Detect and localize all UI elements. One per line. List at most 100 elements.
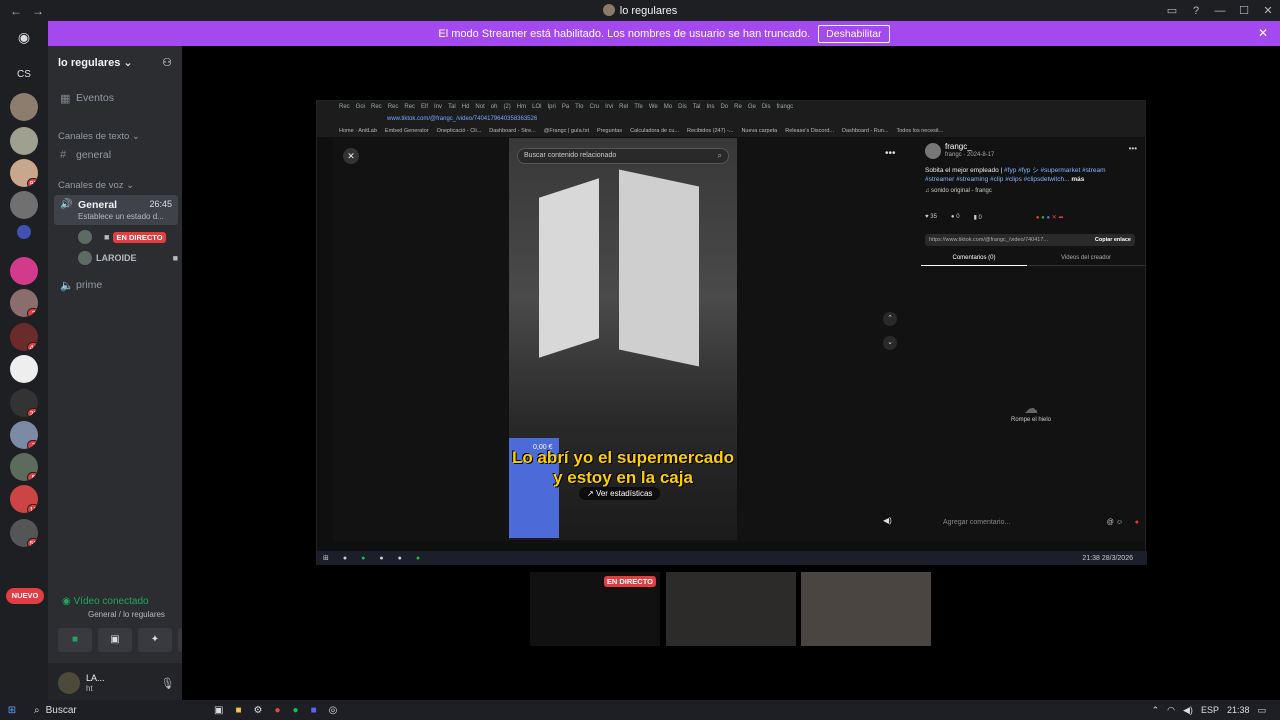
more-options-icon[interactable]: ••• [1129, 144, 1137, 153]
voice-location[interactable]: General / lo regulares [88, 610, 165, 619]
camera-thumbnail[interactable] [801, 572, 931, 646]
more-icon[interactable]: ••• [885, 148, 896, 159]
tab-creator-videos[interactable]: Videos del creador [1033, 252, 1139, 264]
comment-placeholder: Agregar comentario... [943, 519, 1011, 526]
chrome-icon[interactable]: ● [274, 705, 280, 716]
window-title-text: lo regulares [619, 5, 678, 17]
send-icon[interactable]: ● [1135, 514, 1139, 532]
screen-share-button[interactable]: ▣ [98, 628, 132, 652]
clock[interactable]: 21:38 [1227, 705, 1250, 716]
folder-icon[interactable] [17, 225, 31, 239]
app-icon[interactable]: ◎ [329, 705, 338, 716]
channel-sidebar: lo regulares ⌄ ⚇ ▦ Eventos Canales de tex… [48, 46, 230, 703]
author-name[interactable]: frangc_ [945, 142, 972, 151]
volume-icon[interactable]: ◀) [883, 516, 892, 525]
server-icon[interactable]: 22 [10, 389, 38, 417]
voice-channel-prime[interactable]: 🔈 prime [54, 275, 178, 295]
events-item[interactable]: ▦ Eventos [54, 88, 178, 108]
stats-button[interactable]: ↗ Ver estadísticas [579, 487, 661, 500]
video-scene [539, 178, 599, 358]
maximize-icon[interactable]: ☐ [1232, 4, 1256, 17]
inbox-icon[interactable]: ▭ [1160, 4, 1184, 17]
search-icon[interactable]: ⌕ [718, 149, 722, 163]
language-indicator[interactable]: ESP [1201, 705, 1219, 716]
taskbar-search[interactable]: ⌕ Buscar [24, 705, 174, 716]
new-badge[interactable]: NUEVO [6, 588, 44, 604]
spotify-icon[interactable]: ● [293, 705, 299, 716]
avatar[interactable] [58, 672, 80, 694]
server-icon[interactable] [10, 355, 38, 383]
camera-thumbnail[interactable] [666, 572, 796, 646]
discord-icon[interactable]: ■ [311, 705, 317, 716]
server-icon[interactable] [10, 257, 38, 285]
server-icon[interactable]: 13 [10, 485, 38, 513]
notifications-icon[interactable]: ▭ [1257, 705, 1266, 716]
server-icon[interactable] [10, 191, 38, 219]
search-input[interactable]: Buscar contenido relacionado ⌕ [517, 148, 729, 164]
server-icon[interactable]: 59 [10, 519, 38, 547]
channel-general[interactable]: # general [54, 145, 178, 165]
tab-comments[interactable]: Comentarios (0) [921, 252, 1027, 266]
invite-icon[interactable]: ⚇ [162, 56, 172, 69]
help-icon[interactable]: ? [1184, 5, 1208, 17]
avatar[interactable] [925, 143, 941, 159]
server-icon[interactable]: 2 [10, 289, 38, 317]
settings-icon[interactable]: ⚙ [254, 705, 263, 716]
browser-tab: (2) [503, 104, 511, 110]
share-icons[interactable]: ● ● ● ✕ ➦ [1036, 214, 1064, 221]
more-link[interactable]: más [1071, 176, 1084, 183]
close-icon[interactable]: ✕ [343, 148, 359, 164]
sound-link[interactable]: ♫ sonido original - frangc [925, 188, 992, 194]
server-header[interactable]: lo regulares ⌄ ⚇ [48, 46, 182, 78]
server-icon[interactable] [10, 93, 38, 121]
save-button[interactable]: ▮ 0 [974, 214, 982, 221]
explorer-icon[interactable]: ■ [235, 705, 241, 716]
channel-label: prime [76, 279, 103, 291]
mic-icon[interactable]: 🎙 [160, 677, 174, 690]
back-icon[interactable]: ← [10, 4, 22, 18]
chevron-down-icon[interactable]: ⌄ [883, 336, 897, 350]
server-icon[interactable]: 5 [10, 453, 38, 481]
comment-input[interactable]: Agregar comentario... @ ☺ ● [923, 514, 1143, 532]
app-icon: ● [397, 554, 402, 562]
close-window-icon[interactable]: ✕ [1256, 4, 1280, 17]
chevron-up-icon[interactable]: ⌃ [883, 312, 897, 326]
browser-bookmarks: Home · AnitLab Embed Generator Oneplicació… [317, 125, 1145, 137]
server-icon[interactable]: 2 [10, 421, 38, 449]
comment-button[interactable]: ● 0 [951, 214, 960, 221]
server-icon[interactable] [10, 127, 38, 155]
voice-user[interactable]: LAROIDE ■ [78, 249, 178, 267]
wifi-icon[interactable]: ◠ [1167, 705, 1175, 716]
browser-tab: Not [475, 104, 485, 110]
engagement-counts: ♥ 35 ● 0 ▮ 0 ● ● ● ✕ ➦ [925, 214, 1063, 221]
voice-user[interactable]: ■ EN DIRECTO [78, 228, 178, 246]
windows-start-icon[interactable]: ⊞ [0, 705, 24, 716]
forward-icon[interactable]: → [32, 4, 44, 18]
share-link[interactable]: https://www.tiktok.com/@frangc_/video/74… [925, 234, 1135, 246]
camera-icon: ■ [172, 253, 178, 263]
task-view-icon[interactable]: ▣ [214, 705, 223, 716]
browser-tab: Pa [561, 104, 570, 110]
screen-share-stream[interactable]: Rec Goi Rec Rec Rec Elf Inv Tal Hd Not oh (2) Hm LOl I… [316, 100, 1147, 565]
voice-status[interactable]: Establece un estado d... [78, 212, 168, 221]
stream-thumbnail[interactable]: EN DIRECTO [530, 572, 660, 646]
text-category[interactable]: Canales de texto ⌄ [58, 131, 140, 142]
camera-button[interactable]: ■ [58, 628, 92, 652]
voice-channel-general[interactable]: 🔊 General 26:45 Establece un estado d... [54, 195, 178, 225]
mention-badge: 59 [27, 538, 38, 547]
copy-link-button[interactable]: Copiar enlace [1095, 234, 1131, 246]
voice-category[interactable]: Canales de voz ⌄ [58, 180, 134, 191]
activities-button[interactable]: ✦ [138, 628, 172, 652]
server-icon[interactable]: 97 [10, 159, 38, 187]
like-button[interactable]: ♥ 35 [925, 214, 937, 221]
close-banner-icon[interactable]: ✕ [1258, 26, 1268, 40]
volume-icon[interactable]: ◀) [1183, 705, 1193, 716]
server-cs[interactable]: CS [8, 65, 40, 85]
server-icon[interactable]: 44 [10, 323, 38, 351]
video-player[interactable]: 0,00 € Lo abrí yo el supermercado y esto… [509, 138, 737, 540]
emoji-icon[interactable]: @ ☺ [1107, 514, 1123, 532]
disable-streamer-button[interactable]: Deshabilitar [818, 24, 890, 43]
minimize-icon[interactable]: — [1208, 5, 1232, 17]
tray-arrow-icon[interactable]: ⌃ [1152, 705, 1160, 716]
discord-home-icon[interactable]: ◉ [8, 27, 40, 47]
